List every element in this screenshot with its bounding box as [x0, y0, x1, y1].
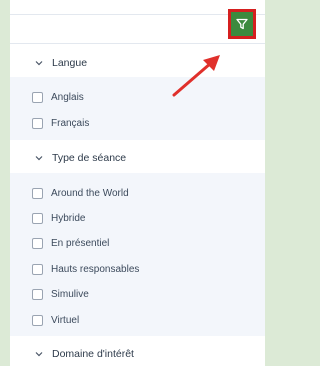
- section-label: Type de séance: [52, 152, 127, 164]
- checkbox-option[interactable]: Hybride: [32, 210, 85, 226]
- option-label: Hybride: [51, 212, 86, 224]
- section-body-langue: Anglais Français: [10, 77, 265, 140]
- option-label: Around the World: [51, 187, 129, 199]
- checkbox-option[interactable]: Anglais: [32, 89, 84, 105]
- search-bar[interactable]: [10, 14, 265, 44]
- filter-panel: Langue Anglais Français Type de séance A…: [10, 0, 265, 366]
- checkbox-option[interactable]: Around the World: [32, 185, 129, 201]
- chevron-down-icon: [35, 61, 43, 66]
- section-header-domaine-d-interet[interactable]: Domaine d'intérêt: [10, 343, 265, 365]
- option-label: Anglais: [51, 91, 84, 103]
- option-label: Virtuel: [51, 314, 80, 326]
- checkbox[interactable]: [32, 187, 43, 199]
- checkbox-option[interactable]: Virtuel: [32, 312, 79, 328]
- checkbox[interactable]: [32, 263, 43, 275]
- chevron-down-icon: [35, 156, 43, 161]
- option-label: Simulive: [51, 288, 89, 300]
- option-label: Hauts responsables: [51, 263, 140, 275]
- checkbox[interactable]: [32, 91, 43, 103]
- option-label: En présentiel: [51, 237, 110, 249]
- checkbox-option[interactable]: Français: [32, 115, 89, 131]
- chevron-down-icon: [35, 352, 43, 357]
- filter-button[interactable]: [228, 9, 256, 39]
- checkbox[interactable]: [32, 212, 43, 224]
- checkbox-option[interactable]: En présentiel: [32, 235, 109, 251]
- section-label: Langue: [52, 57, 88, 69]
- section-body-type-de-seance: Around the World Hybride En présentiel H…: [10, 173, 265, 336]
- section-header-type-de-seance[interactable]: Type de séance: [10, 147, 265, 169]
- filter-icon: [236, 18, 248, 30]
- option-label: Français: [51, 117, 90, 129]
- checkbox[interactable]: [32, 288, 43, 300]
- section-label: Domaine d'intérêt: [52, 348, 134, 360]
- section-header-langue[interactable]: Langue: [10, 52, 265, 74]
- checkbox-option[interactable]: Hauts responsables: [32, 261, 139, 277]
- checkbox[interactable]: [32, 117, 43, 129]
- checkbox[interactable]: [32, 314, 43, 326]
- checkbox-option[interactable]: Simulive: [32, 286, 89, 302]
- checkbox[interactable]: [32, 237, 43, 249]
